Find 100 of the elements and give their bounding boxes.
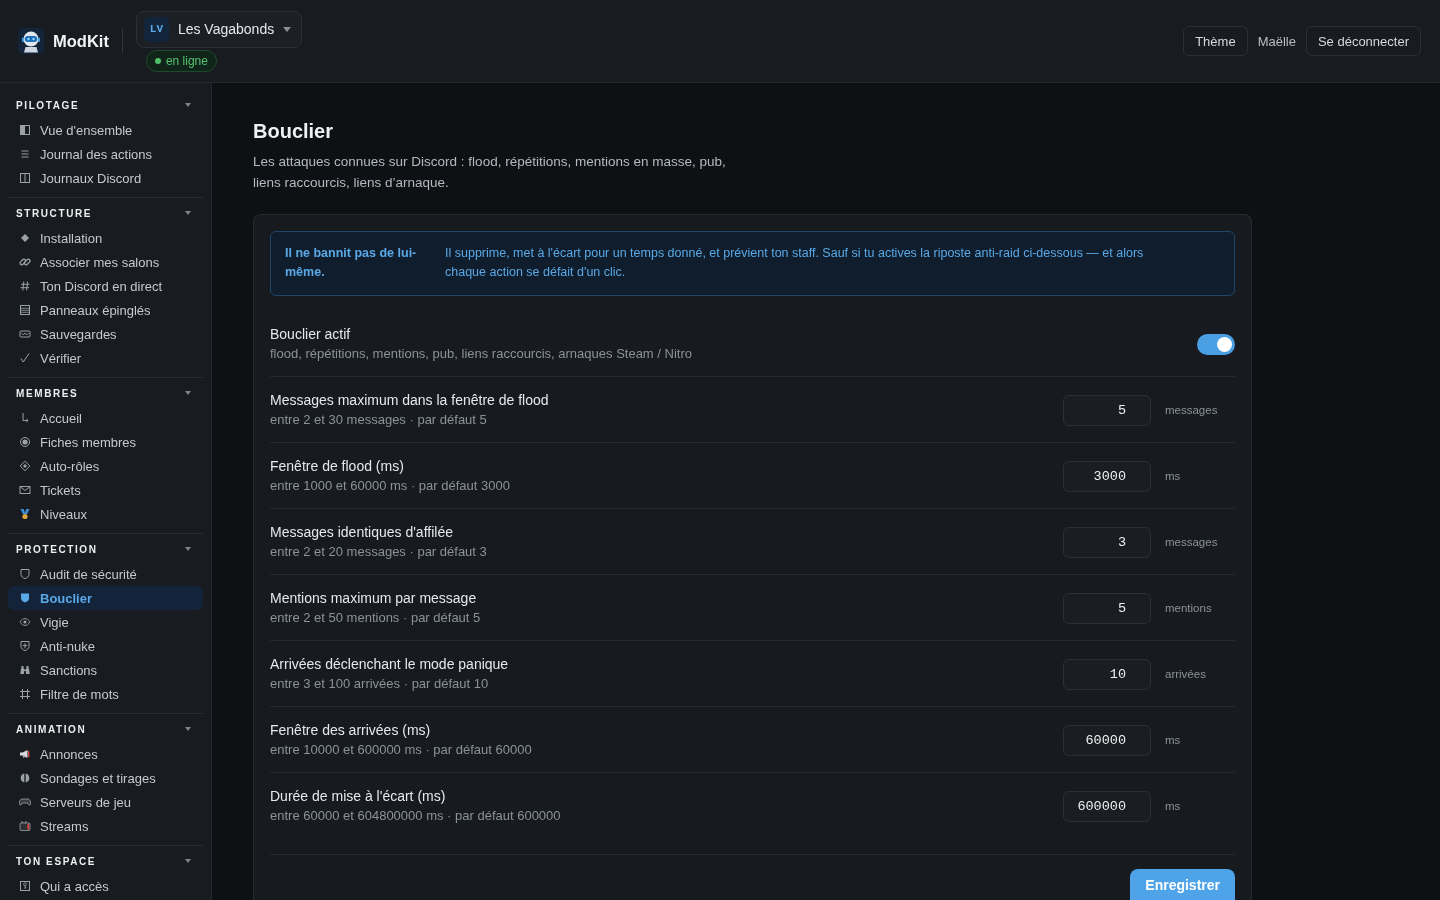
user-name: Maëlle xyxy=(1257,33,1296,49)
nav-item[interactable]: Qui a accès xyxy=(8,874,203,898)
setting-hint: entre 60000 et 604800000 ms · par défaut 600000 xyxy=(270,807,561,825)
server-avatar: LV xyxy=(143,16,169,42)
brand-name: ModKit xyxy=(53,31,109,51)
setting-title: Fenêtre des arrivées (ms) xyxy=(270,721,432,740)
radio-icon xyxy=(19,436,31,448)
unit-label: messages xyxy=(1165,536,1219,548)
diamond-outline-icon xyxy=(19,460,31,472)
unit-label: messages xyxy=(1165,404,1219,416)
setting-hint: entre 2 et 20 messages · par défaut 3 xyxy=(270,543,487,561)
setting-hint: entre 1000 et 60000 ms · par défaut 3000 xyxy=(270,477,510,495)
rows-icon xyxy=(19,304,31,316)
header-button[interactable]: Se déconnecter xyxy=(1305,26,1421,56)
nav-item[interactable]: Sauvegardes xyxy=(8,322,203,346)
nav-item[interactable]: Audit de sécurité xyxy=(8,562,203,586)
nav-item[interactable]: Annonces xyxy=(8,742,203,766)
tv-icon xyxy=(19,820,31,832)
section-header[interactable]: PROTECTION xyxy=(8,541,203,557)
caret-icon xyxy=(283,26,292,32)
robot-icon xyxy=(18,28,44,54)
nav-item[interactable]: Vue d'ensemble xyxy=(8,118,203,142)
nav-item[interactable]: Accueil xyxy=(8,406,203,430)
key-box-icon xyxy=(19,880,31,892)
nav-item[interactable]: Streams xyxy=(8,814,203,838)
return-arrow-icon xyxy=(19,412,31,424)
nav-item[interactable]: Auto-rôles xyxy=(8,454,203,478)
setting-title: Mentions maximum par message xyxy=(270,589,478,608)
shield-icon xyxy=(19,592,31,604)
envelope-icon xyxy=(19,484,31,496)
columns-icon xyxy=(19,172,31,184)
page-title: Bouclier xyxy=(253,119,335,144)
number-field[interactable]: 10 xyxy=(1063,658,1151,690)
page-description: Les attaques connues sur Discord : flood, répétitions, mentions en masse, pub, liens raccourcis, liens d’arnaque. xyxy=(253,153,727,192)
panel-icon xyxy=(19,124,31,136)
diamond-icon xyxy=(19,232,31,244)
setting-title: Messages maximum dans la fenêtre de flood xyxy=(270,391,549,410)
coin-icon xyxy=(19,772,31,784)
status-text: en ligne xyxy=(165,53,208,68)
header-button[interactable]: Thème xyxy=(1183,26,1248,56)
link-icon xyxy=(19,256,31,268)
nav-item[interactable]: Fiches membres xyxy=(8,430,203,454)
nav-item[interactable]: Journal des actions xyxy=(8,142,203,166)
number-field[interactable]: 5 xyxy=(1063,592,1151,624)
list-icon xyxy=(19,148,31,160)
setting-hint: entre 2 et 50 mentions · par défaut 5 xyxy=(270,609,481,627)
nav-item[interactable]: Sanctions xyxy=(8,658,203,682)
unit-label: mentions xyxy=(1165,602,1213,614)
medal-icon xyxy=(19,508,31,520)
setting-hint: entre 10000 et 600000 ms · par défaut 60000 xyxy=(270,741,532,759)
nav-item[interactable]: Bouclier xyxy=(8,586,203,610)
notice-title: Il ne bannit pas de lui-même. xyxy=(285,245,418,281)
setting-title: Bouclier actif xyxy=(270,325,352,344)
setting-title: Fenêtre de flood (ms) xyxy=(270,457,405,476)
gamepad-icon xyxy=(19,796,31,808)
binoculars-icon xyxy=(19,664,31,676)
nav-item[interactable]: Associer mes salons xyxy=(8,250,203,274)
nav-item[interactable]: Panneaux épinglés xyxy=(8,298,203,322)
nav-item[interactable]: Anti-nuke xyxy=(8,634,203,658)
number-field[interactable]: 60000 xyxy=(1063,724,1151,756)
nav-item[interactable]: Serveurs de jeu xyxy=(8,790,203,814)
frame-icon xyxy=(19,688,31,700)
setting-hint: entre 3 et 100 arrivées · par défaut 10 xyxy=(270,675,490,693)
number-field[interactable]: 5 xyxy=(1063,394,1151,426)
setting-title: Durée de mise à l'écart (ms) xyxy=(270,787,447,806)
megaphone-icon xyxy=(19,748,31,760)
nav-item[interactable]: Installation xyxy=(8,226,203,250)
nav-item[interactable]: Tickets xyxy=(8,478,203,502)
nav-item[interactable]: Ton Discord en direct xyxy=(8,274,203,298)
nav-item[interactable]: Niveaux xyxy=(8,502,203,526)
number-field[interactable]: 3000 xyxy=(1063,460,1151,492)
notice-text: Il supprime, met à l'écart pour un temps donné, et prévient ton staff. Sauf si tu actives la riposte anti-raid ci-dessous — et alors chaque action se défait d'un clic. xyxy=(445,245,1145,281)
nav-item[interactable]: Journaux Discord xyxy=(8,166,203,190)
setting-hint: flood, répétitions, mentions, pub, liens raccourcis, arnaques Steam / Nitro xyxy=(270,345,692,363)
setting-title: Arrivées déclenchant le mode panique xyxy=(270,655,509,674)
section-header[interactable]: MEMBRES xyxy=(8,385,203,401)
unit-label: ms xyxy=(1165,734,1182,746)
setting-hint: entre 2 et 30 messages · par défaut 5 xyxy=(270,411,488,429)
server-selector[interactable]: LV Les Vagabonds xyxy=(135,10,303,48)
setting-title: Messages identiques d'affilée xyxy=(270,523,454,542)
nav-item[interactable]: Sondages et tirages xyxy=(8,766,203,790)
nav-item[interactable]: Filtre de mots xyxy=(8,682,203,706)
number-field[interactable]: 3 xyxy=(1063,526,1151,558)
unit-label: ms xyxy=(1165,800,1182,812)
unit-label: arrivées xyxy=(1165,668,1207,680)
check-icon xyxy=(19,352,31,364)
shield-plus-icon xyxy=(19,640,31,652)
toggle-switch[interactable] xyxy=(1197,333,1235,355)
section-header[interactable]: PILOTAGE xyxy=(8,97,203,113)
nav-item[interactable]: Vigie xyxy=(8,610,203,634)
section-header[interactable]: STRUCTURE xyxy=(8,205,203,221)
nav-item[interactable]: Vérifier xyxy=(8,346,203,370)
hash-icon xyxy=(19,280,31,292)
unit-label: ms xyxy=(1165,470,1182,482)
eye-icon xyxy=(19,616,31,628)
shield-icon xyxy=(19,568,31,580)
status-dot-icon xyxy=(154,57,161,64)
section-header[interactable]: TON ESPACE xyxy=(8,853,203,869)
number-field[interactable]: 600000 xyxy=(1063,790,1151,822)
section-header[interactable]: ANIMATION xyxy=(8,721,203,737)
